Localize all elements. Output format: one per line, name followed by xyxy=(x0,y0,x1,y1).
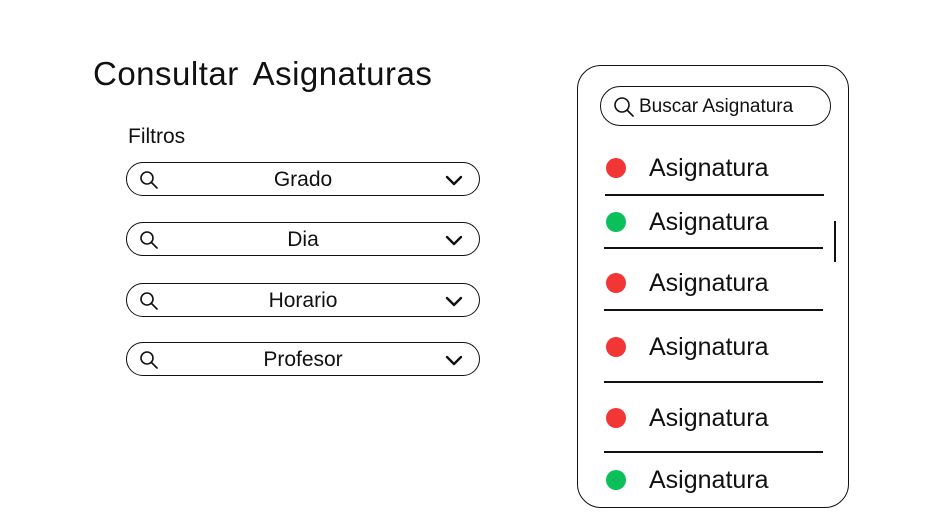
subject-search-input[interactable]: Buscar Asignatura xyxy=(600,86,831,126)
search-icon xyxy=(140,292,158,310)
filter-label: Horario xyxy=(268,289,338,312)
chevron-down-icon xyxy=(445,175,463,186)
status-dot xyxy=(606,158,626,178)
scrollbar[interactable] xyxy=(834,221,836,262)
subject-name: Asignatura xyxy=(649,466,769,494)
subjects-panel: Buscar Asignatura Asignatura Asignatura … xyxy=(577,65,849,508)
filter-grado-dropdown[interactable]: Grado xyxy=(126,162,480,196)
subject-list-item[interactable]: Asignatura xyxy=(604,261,824,311)
filters-label: Filtros xyxy=(128,125,186,148)
divider xyxy=(604,309,823,311)
filter-horario-dropdown[interactable]: Horario xyxy=(126,283,480,317)
subject-list-item[interactable]: Asignatura xyxy=(604,146,824,196)
filter-dia-dropdown[interactable]: Dia xyxy=(126,222,480,256)
filter-label: Grado xyxy=(273,168,333,191)
status-dot xyxy=(606,470,626,490)
subject-name: Asignatura xyxy=(649,404,769,432)
divider xyxy=(604,381,823,383)
status-dot xyxy=(606,337,626,357)
search-icon xyxy=(140,231,158,249)
divider xyxy=(604,247,823,249)
subject-list-item[interactable]: Asignatura xyxy=(604,200,824,250)
status-dot xyxy=(606,212,626,232)
filter-label: Dia xyxy=(287,228,319,251)
chevron-down-icon xyxy=(445,296,463,307)
search-icon xyxy=(140,351,158,369)
divider xyxy=(605,194,824,196)
subject-list-item[interactable]: Asignatura xyxy=(604,396,824,446)
subject-list-item[interactable]: Asignatura xyxy=(604,458,824,508)
chevron-down-icon xyxy=(445,235,463,246)
filter-label: Profesor xyxy=(263,348,343,371)
status-dot xyxy=(606,273,626,293)
page-title: Consultar Asignaturas xyxy=(93,55,433,92)
subject-name: Asignatura xyxy=(649,269,769,297)
subject-name: Asignatura xyxy=(649,333,769,361)
subject-search-text: Buscar Asignatura xyxy=(639,96,794,117)
subject-list-item[interactable]: Asignatura xyxy=(604,325,824,375)
chevron-down-icon xyxy=(445,355,463,366)
subject-name: Asignatura xyxy=(649,208,769,236)
subject-name: Asignatura xyxy=(649,154,769,182)
search-icon xyxy=(614,97,634,117)
status-dot xyxy=(606,408,626,428)
divider xyxy=(604,451,823,453)
search-icon xyxy=(140,171,158,189)
filter-profesor-dropdown[interactable]: Profesor xyxy=(126,342,480,376)
